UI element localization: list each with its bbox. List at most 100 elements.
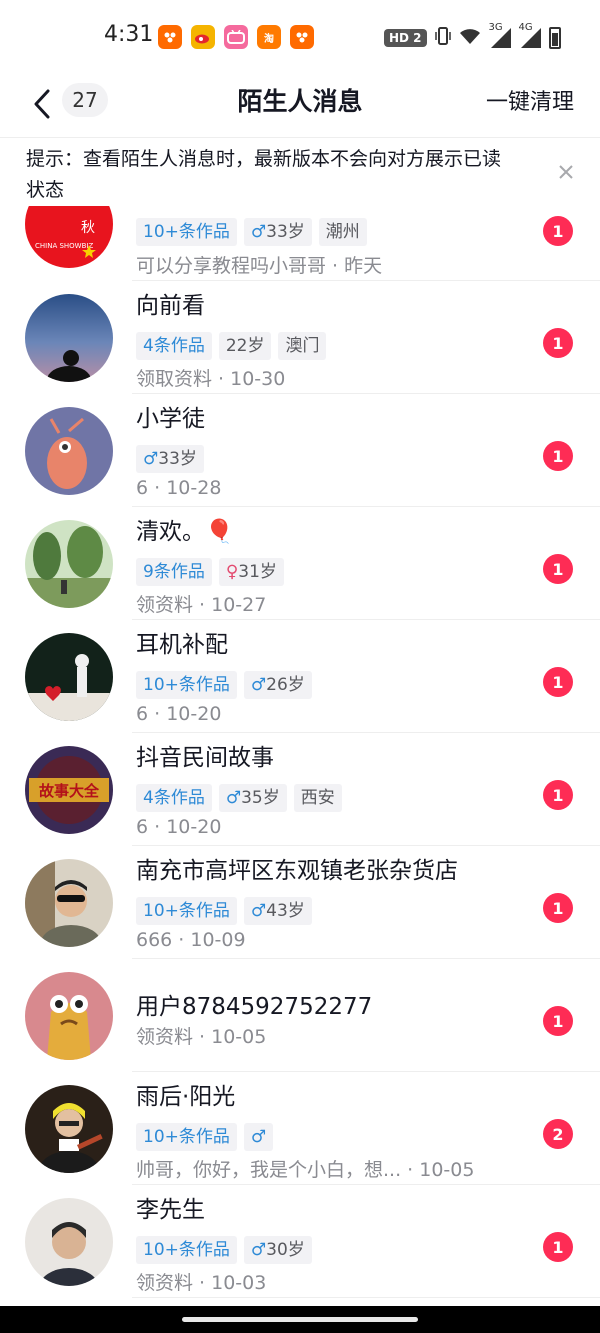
chevron-left-icon <box>34 89 50 119</box>
tip-close-button[interactable] <box>554 160 578 184</box>
bilibili-icon <box>224 25 248 49</box>
tag-age-value: 33岁 <box>266 222 305 242</box>
message-preview: 领资料 · 10-05 <box>136 1026 267 1048</box>
message-preview: 666 · 10-09 <box>136 929 246 951</box>
status-time: 4:31 <box>104 22 154 47</box>
contact-name: 雨后·阳光 <box>136 1084 236 1110</box>
profile-tags: 10+条作品 ♂26岁 <box>136 671 312 699</box>
message-preview: 帅哥，你好，我是个小白，想... · 10-05 <box>136 1159 475 1181</box>
tag-works: 9条作品 <box>136 558 212 586</box>
male-icon: ♂ <box>250 1127 267 1147</box>
profile-tags: ♂33岁 <box>136 445 204 473</box>
tag-works: 10+条作品 <box>136 897 237 925</box>
conversation-item[interactable]: 用户8784592752277 领资料 · 10-05 1 <box>0 959 600 1072</box>
profile-tags: 4条作品 ♂35岁 西安 <box>136 784 342 812</box>
contact-name: 小学徒 <box>136 406 205 432</box>
tag-age-value: 43岁 <box>266 901 305 921</box>
hd-badge: HD 2 <box>384 29 427 47</box>
avatar-blue-sky[interactable] <box>25 294 113 382</box>
unread-badge: 1 <box>543 780 573 810</box>
male-icon: ♂ <box>250 901 267 921</box>
message-preview: 6 · 10-20 <box>136 703 222 725</box>
unread-badge: 1 <box>543 554 573 584</box>
tag-works: 10+条作品 <box>136 1236 237 1264</box>
tag-location: 澳门 <box>278 332 327 360</box>
avatar-story-logo[interactable]: 故事大全 <box>25 746 113 834</box>
contact-name: 李先生 <box>136 1197 205 1223</box>
female-icon: ♀ <box>225 562 239 582</box>
profile-tags: 10+条作品 ♂ <box>136 1123 274 1151</box>
signal-4g-label: 4G <box>518 22 533 33</box>
avatar-heart-figure[interactable] <box>25 633 113 721</box>
tag-age-value: 26岁 <box>266 675 305 695</box>
conversation-item[interactable]: 秋 CHINA SHOWBIZ 10+条作品 ♂33岁 潮州 可以分享教程吗小哥哥… <box>0 206 600 281</box>
contact-name: 向前看 <box>136 293 205 319</box>
home-indicator[interactable] <box>182 1317 418 1322</box>
conversation-item[interactable]: 小学徒 ♂33岁 6 · 10-28 1 <box>0 394 600 507</box>
back-button[interactable] <box>22 82 62 126</box>
unread-badge: 2 <box>543 1119 573 1149</box>
app-icon-orange-a <box>158 25 182 49</box>
battery-icon <box>548 27 561 49</box>
profile-tags: 9条作品 ♀31岁 <box>136 558 284 586</box>
avatar-cartoon-creature[interactable] <box>25 972 113 1060</box>
unread-badge: 1 <box>543 216 573 246</box>
avatar-text: CHINA SHOWBIZ <box>35 242 93 250</box>
tag-location: 潮州 <box>318 218 367 246</box>
tag-age: ♂26岁 <box>243 671 312 699</box>
taobao-icon: 淘 <box>257 25 281 49</box>
tag-age-value: 33岁 <box>158 449 197 469</box>
unread-count-badge: 27 <box>62 83 108 117</box>
svg-text:秋: 秋 <box>81 220 95 236</box>
tag-works: 10+条作品 <box>136 1123 237 1151</box>
message-preview: 领资料 · 10-27 <box>136 594 267 616</box>
male-icon: ♂ <box>143 449 159 469</box>
tag-gender: ♂ <box>243 1123 274 1151</box>
male-icon: ♂ <box>250 675 267 695</box>
unread-badge: 1 <box>543 893 573 923</box>
read-status-tip: 提示：查看陌生人消息时，最新版本不会向对方展示已读状态 <box>0 140 600 206</box>
conversation-item[interactable]: 李先生 10+条作品 ♂30岁 领资料 · 10-03 1 <box>0 1185 600 1298</box>
signal-3g-label: 3G <box>488 22 503 33</box>
conversation-item[interactable]: 耳机补配 10+条作品 ♂26岁 6 · 10-20 1 <box>0 620 600 733</box>
system-indicators: HD 2 3G 4G <box>384 22 561 50</box>
avatar-guitar-player[interactable] <box>25 1085 113 1173</box>
contact-name: 抖音民间故事 <box>136 745 274 771</box>
message-preview: 领取资料 · 10-30 <box>136 368 286 390</box>
avatar-cartoon-shrimp[interactable] <box>25 407 113 495</box>
system-navigation-bar <box>0 1306 600 1333</box>
conversation-item[interactable]: 南充市高坪区东观镇老张杂货店 10+条作品 ♂43岁 666 · 10-09 1 <box>0 846 600 959</box>
tag-age: ♂33岁 <box>136 445 204 473</box>
tag-age: ♂30岁 <box>243 1236 312 1264</box>
tag-location: 西安 <box>293 784 342 812</box>
profile-tags: 10+条作品 ♂33岁 潮州 <box>136 218 367 246</box>
avatar-china-showbiz[interactable]: 秋 CHINA SHOWBIZ <box>25 206 113 268</box>
tag-age: ♂33岁 <box>243 218 312 246</box>
wifi-icon <box>459 27 481 49</box>
conversation-item[interactable]: 清欢。🎈 9条作品 ♀31岁 领资料 · 10-27 1 <box>0 507 600 620</box>
avatar-forest[interactable] <box>25 520 113 608</box>
tag-works: 4条作品 <box>136 332 212 360</box>
stranger-message-list: 秋 CHINA SHOWBIZ 10+条作品 ♂33岁 潮州 可以分享教程吗小哥哥… <box>0 206 600 1306</box>
unread-badge: 1 <box>543 1006 573 1036</box>
tag-age: 22岁 <box>218 332 272 360</box>
unread-badge: 1 <box>543 441 573 471</box>
avatar-man-portrait[interactable] <box>25 1198 113 1286</box>
conversation-item[interactable]: 雨后·阳光 10+条作品 ♂ 帅哥，你好，我是个小白，想... · 10-05 … <box>0 1072 600 1185</box>
divider <box>132 1297 600 1298</box>
contact-name: 清欢。🎈 <box>136 519 234 545</box>
conversation-item[interactable]: 故事大全 抖音民间故事 4条作品 ♂35岁 西安 6 · 10-20 1 <box>0 733 600 846</box>
vibrate-icon <box>434 26 451 50</box>
unread-badge: 1 <box>543 667 573 697</box>
tag-works: 10+条作品 <box>136 218 237 246</box>
app-icon-orange-b <box>290 25 314 49</box>
contact-name: 耳机补配 <box>136 632 228 658</box>
avatar-text: 故事大全 <box>39 782 100 800</box>
male-icon: ♂ <box>225 788 242 808</box>
avatar-man-sunglasses[interactable] <box>25 859 113 947</box>
notification-app-icons: 淘 <box>158 25 314 49</box>
profile-tags: 4条作品 22岁 澳门 <box>136 332 327 360</box>
clear-all-button[interactable]: 一键清理 <box>486 84 574 116</box>
tag-age: ♀31岁 <box>218 558 284 586</box>
conversation-item[interactable]: 向前看 4条作品 22岁 澳门 领取资料 · 10-30 1 <box>0 281 600 394</box>
